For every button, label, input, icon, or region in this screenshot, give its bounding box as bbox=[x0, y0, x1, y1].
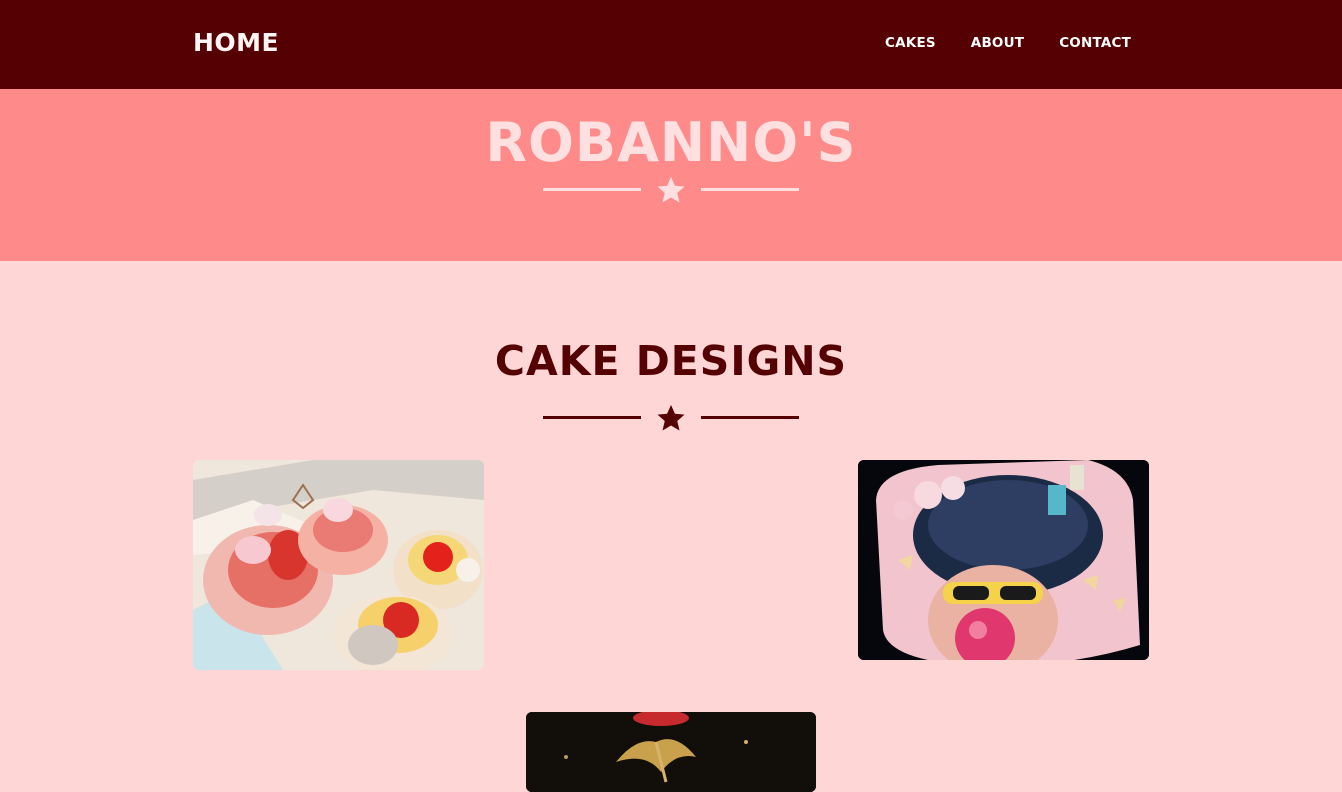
hero-title: ROBANNO'S bbox=[485, 111, 857, 174]
section-title: CAKE DESIGNS bbox=[494, 337, 848, 385]
hero-banner: ROBANNO'S bbox=[0, 89, 1342, 261]
navbar: HOME CAKES ABOUT CONTACT bbox=[0, 0, 1342, 89]
star-icon bbox=[657, 404, 685, 431]
nav-link-about[interactable]: ABOUT bbox=[971, 35, 1024, 51]
bubblegum-girl-cake-photo[interactable] bbox=[858, 460, 1149, 660]
cupcakes-box-photo[interactable] bbox=[193, 460, 484, 670]
nav-link-contact[interactable]: CONTACT bbox=[1059, 35, 1131, 51]
divider-line-right bbox=[701, 188, 799, 191]
home-link[interactable]: HOME bbox=[193, 28, 279, 57]
star-icon bbox=[657, 176, 685, 203]
nav-link-cakes[interactable]: CAKES bbox=[885, 35, 936, 51]
section-divider bbox=[543, 403, 799, 433]
dark-cake-photo[interactable] bbox=[526, 712, 816, 792]
hero-divider bbox=[543, 175, 799, 205]
nav-links: CAKES ABOUT CONTACT bbox=[850, 35, 1131, 51]
divider-line-left bbox=[543, 188, 641, 191]
divider-line-left bbox=[543, 416, 641, 419]
divider-line-right bbox=[701, 416, 799, 419]
